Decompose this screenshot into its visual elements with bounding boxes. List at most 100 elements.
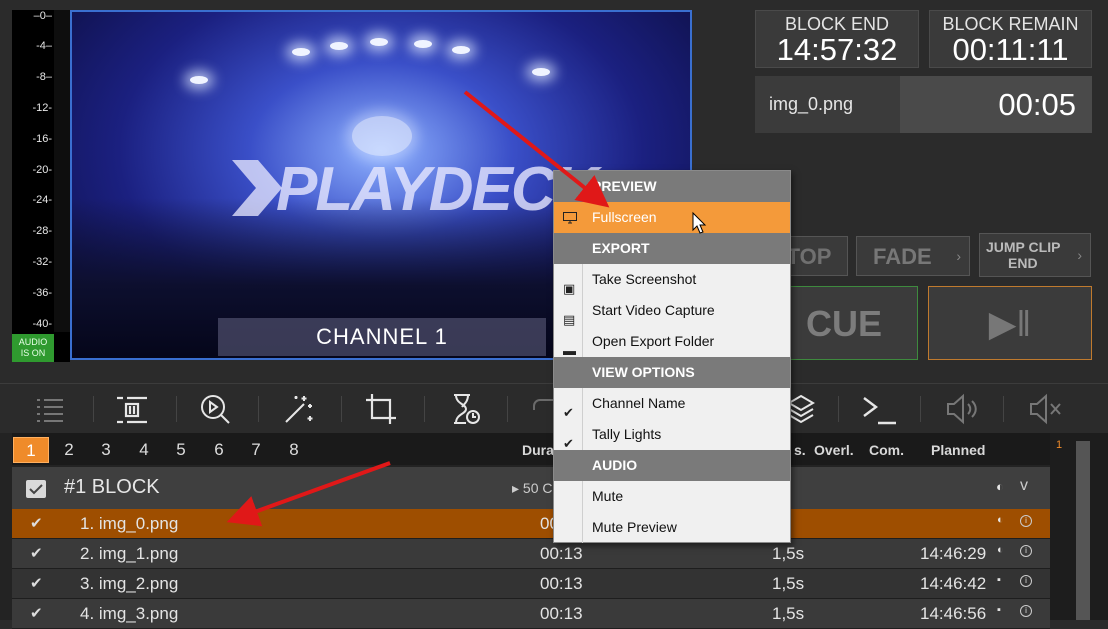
tab-playlist-5[interactable]: 5 bbox=[163, 437, 199, 463]
vu-tick: -8– bbox=[36, 71, 52, 83]
col-planned[interactable]: Planned bbox=[931, 442, 985, 458]
toolbar-separator bbox=[93, 396, 94, 422]
menu-section-preview: PREVIEW bbox=[554, 171, 790, 202]
clip-name: 4. img_3.png bbox=[80, 604, 179, 623]
hourglass-icon[interactable] bbox=[448, 392, 482, 426]
chevron-down-icon[interactable]: v bbox=[1020, 477, 1028, 495]
spotlight bbox=[292, 48, 310, 56]
jump-label-line1: JUMP CLIP bbox=[986, 239, 1061, 255]
crop-icon[interactable] bbox=[364, 392, 398, 426]
square-icon[interactable]: ▪ bbox=[997, 604, 1001, 616]
tab-playlist-3[interactable]: 3 bbox=[88, 437, 124, 463]
channel-name-label: CHANNEL 1 bbox=[218, 318, 546, 356]
info-icon[interactable]: i bbox=[1020, 545, 1032, 557]
terminal-icon[interactable] bbox=[862, 392, 896, 426]
block-duration: ▸ 50 C bbox=[512, 480, 553, 496]
menu-item-mute[interactable]: Mute bbox=[554, 481, 790, 512]
table-row[interactable]: ✔ 1. img_0.png 00 5s ◐ i bbox=[12, 509, 1050, 539]
audio-badge-line2: IS ON bbox=[20, 348, 46, 358]
menu-item-channel-name[interactable]: ✔ Channel Name bbox=[554, 388, 790, 420]
spotlight bbox=[452, 46, 470, 54]
clip-name: 2. img_1.png bbox=[80, 544, 179, 563]
col-transition[interactable]: s. bbox=[794, 442, 806, 458]
menu-item-open-export-folder[interactable]: ▬ Open Export Folder bbox=[554, 326, 790, 358]
info-icon[interactable]: i bbox=[1020, 575, 1032, 587]
spotlight bbox=[532, 68, 550, 76]
clip-overlay: 1,5s bbox=[772, 574, 805, 593]
vu-tick: -28- bbox=[32, 225, 52, 237]
spotlight bbox=[330, 42, 348, 50]
menu-item-take-screenshot[interactable]: ▣ Take Screenshot bbox=[554, 264, 790, 296]
menu-item-label: Open Export Folder bbox=[592, 333, 715, 349]
table-row[interactable]: ✔ 3. img_2.png 00:13 1,5s 14:46:42 ▪ i bbox=[12, 569, 1050, 599]
play-pause-button[interactable]: ▶‖ bbox=[928, 286, 1092, 360]
current-clip-panel: img_0.png 00:05 bbox=[755, 76, 1092, 133]
tab-playlist-6[interactable]: 6 bbox=[201, 437, 237, 463]
col-duration[interactable]: Dura bbox=[522, 442, 554, 458]
vu-tick: -4– bbox=[36, 40, 52, 52]
menu-section-export: EXPORT bbox=[554, 233, 790, 264]
check-icon bbox=[29, 484, 43, 495]
playlist: 1 2 3 4 5 6 7 8 Dura s. Overl. Com. Plan… bbox=[0, 433, 1050, 629]
toolbar-separator bbox=[258, 396, 259, 422]
menu-item-label: Take Screenshot bbox=[592, 271, 697, 287]
vu-tick: –0– bbox=[33, 10, 52, 22]
current-clip-name: img_0.png bbox=[755, 76, 900, 133]
info-icon[interactable]: i bbox=[1020, 605, 1032, 617]
vu-tick: -32- bbox=[32, 256, 52, 268]
col-overlay[interactable]: Overl. bbox=[814, 442, 854, 458]
table-row[interactable]: ✔ 4. img_3.png 00:13 1,5s 14:46:56 ▪ i bbox=[12, 599, 1050, 629]
block-row[interactable]: #1 BLOCK ▸ 50 C ◐ v bbox=[12, 467, 1050, 509]
spotlight bbox=[352, 116, 412, 156]
mute-icon[interactable] bbox=[1028, 392, 1062, 426]
cue-button[interactable]: CUE bbox=[770, 286, 918, 360]
table-row[interactable]: ✔ 2. img_1.png 00:13 1,5s 14:46:29 ◐ i bbox=[12, 539, 1050, 569]
fade-button[interactable]: FADE › bbox=[856, 236, 970, 276]
vu-tick: -24- bbox=[32, 194, 52, 206]
clip-overlay: 1,5s bbox=[772, 544, 805, 563]
clip-overlay: 1,5s bbox=[772, 604, 805, 623]
clip-planned: 14:46:56 bbox=[920, 604, 987, 623]
check-icon[interactable]: ✔ bbox=[30, 574, 43, 592]
list-icon[interactable] bbox=[33, 392, 67, 426]
info-icon[interactable]: i bbox=[1020, 515, 1032, 527]
vu-tick: -40- bbox=[32, 318, 52, 330]
clip-planned: 14:46:42 bbox=[920, 574, 987, 593]
menu-section-audio: AUDIO bbox=[554, 450, 790, 481]
clip-duration: 00:13 bbox=[540, 544, 583, 563]
check-icon[interactable]: ✔ bbox=[30, 604, 43, 622]
tab-playlist-8[interactable]: 8 bbox=[276, 437, 312, 463]
tab-playlist-2[interactable]: 2 bbox=[51, 437, 87, 463]
jump-clip-end-button[interactable]: JUMP CLIP END › bbox=[979, 233, 1091, 277]
vu-meter: –0– -4– -8– -12- -16- -20- -24- -28- -32… bbox=[12, 10, 70, 362]
square-icon[interactable]: ▪ bbox=[997, 574, 1001, 586]
menu-item-tally-lights[interactable]: ✔ Tally Lights bbox=[554, 419, 790, 451]
tab-playlist-7[interactable]: 7 bbox=[238, 437, 274, 463]
search-play-icon[interactable] bbox=[198, 392, 232, 426]
toolbar-separator bbox=[341, 396, 342, 422]
vu-tick: -36- bbox=[32, 287, 52, 299]
context-menu: PREVIEW Fullscreen EXPORT ▣ Take Screens… bbox=[553, 170, 791, 543]
tab-playlist-4[interactable]: 4 bbox=[126, 437, 162, 463]
block-end-value: 14:57:32 bbox=[776, 32, 898, 67]
spotlight bbox=[414, 40, 432, 48]
volume-icon[interactable] bbox=[944, 392, 978, 426]
scrollbar[interactable] bbox=[1076, 441, 1090, 620]
half-circle-icon[interactable]: ◐ bbox=[997, 544, 1004, 556]
block-checkbox[interactable] bbox=[26, 480, 46, 498]
check-icon[interactable]: ✔ bbox=[30, 544, 43, 562]
toolbar-separator bbox=[176, 396, 177, 422]
tab-playlist-1[interactable]: 1 bbox=[13, 437, 49, 463]
check-icon[interactable]: ✔ bbox=[30, 514, 43, 532]
magic-wand-icon[interactable] bbox=[282, 392, 316, 426]
stop-after-icon[interactable] bbox=[115, 392, 149, 426]
half-circle-icon[interactable]: ◐ bbox=[997, 514, 1004, 526]
menu-item-start-video-capture[interactable]: ▤ Start Video Capture bbox=[554, 295, 790, 327]
fade-label: FADE bbox=[873, 244, 932, 269]
menu-item-mute-preview[interactable]: Mute Preview bbox=[554, 512, 790, 543]
menu-item-fullscreen[interactable]: Fullscreen bbox=[554, 202, 790, 233]
toolbar-separator bbox=[507, 396, 508, 422]
col-comment[interactable]: Com. bbox=[869, 442, 904, 458]
half-circle-icon[interactable]: ◐ bbox=[996, 479, 1004, 494]
audio-on-badge[interactable]: AUDIO IS ON bbox=[12, 334, 54, 362]
